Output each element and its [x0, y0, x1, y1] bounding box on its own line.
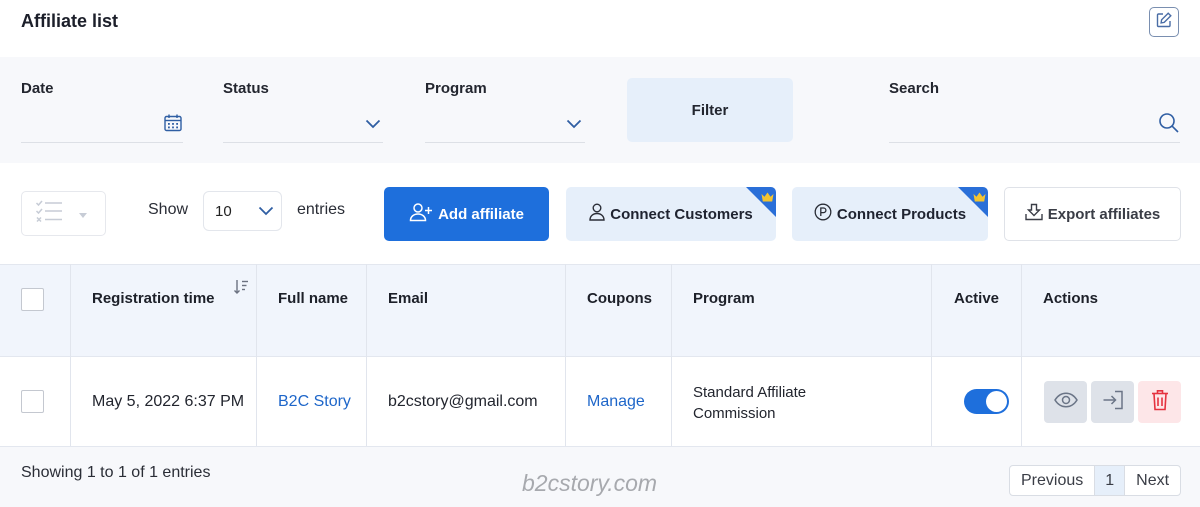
- next-page-button[interactable]: Next: [1124, 466, 1180, 495]
- toggle-knob: [986, 391, 1007, 412]
- select-all-checkbox[interactable]: [21, 288, 44, 311]
- column-header-full-name[interactable]: Full name: [278, 290, 348, 307]
- login-icon: [1102, 390, 1124, 415]
- connect-customers-label: Connect Customers: [610, 205, 753, 223]
- page-title: Affiliate list: [21, 11, 119, 31]
- connect-products-label: Connect Products: [836, 205, 967, 223]
- eye-icon: [1053, 391, 1078, 413]
- delete-button[interactable]: [1138, 381, 1181, 423]
- search-icon[interactable]: [1158, 112, 1180, 139]
- column-divider: [931, 264, 932, 447]
- program-cell: Standard Affiliate Commission: [693, 382, 806, 424]
- search-input[interactable]: [889, 110, 1180, 140]
- product-p-icon: [814, 203, 832, 225]
- column-header-email[interactable]: Email: [388, 290, 428, 307]
- column-header-coupons[interactable]: Coupons: [587, 290, 652, 307]
- sort-descending-icon[interactable]: [233, 279, 249, 300]
- show-label: Show: [148, 201, 189, 218]
- column-header-registration-time[interactable]: Registration time: [92, 290, 215, 307]
- search-label: Search: [889, 80, 940, 97]
- entries-per-page-select[interactable]: 10: [203, 191, 282, 231]
- date-label: Date: [21, 80, 54, 97]
- registration-time-cell: May 5, 2022 6:37 PM: [92, 393, 245, 410]
- bulk-actions-dropdown[interactable]: [21, 191, 106, 236]
- manage-coupons-link[interactable]: Manage: [587, 393, 645, 411]
- export-icon: [1025, 203, 1043, 225]
- trash-icon: [1151, 389, 1169, 416]
- full-name-link[interactable]: B2C Story: [278, 393, 351, 411]
- crown-icon: [761, 189, 774, 206]
- chevron-down-icon: [258, 203, 274, 220]
- entries-value: 10: [215, 202, 232, 220]
- date-field[interactable]: [21, 110, 183, 140]
- edit-button[interactable]: [1149, 7, 1179, 37]
- column-divider: [366, 264, 367, 447]
- program-line: Standard Affiliate: [693, 384, 807, 401]
- email-cell: b2cstory@gmail.com: [388, 393, 538, 410]
- table-header: [0, 264, 1200, 357]
- date-underline: [21, 142, 183, 143]
- add-user-icon: [409, 202, 433, 226]
- view-button[interactable]: [1044, 381, 1087, 423]
- program-line: Commission: [693, 405, 776, 422]
- column-divider: [671, 264, 672, 447]
- user-icon: [589, 203, 605, 225]
- search-underline: [889, 142, 1180, 143]
- program-underline: [425, 142, 585, 143]
- caret-down-icon: [79, 205, 87, 223]
- column-header-actions: Actions: [1043, 290, 1099, 307]
- chevron-down-icon: [566, 116, 582, 134]
- checklist-icon: [35, 199, 63, 228]
- chevron-down-icon: [365, 116, 381, 134]
- calendar-icon[interactable]: [163, 113, 183, 138]
- export-affiliates-label: Export affiliates: [1047, 205, 1161, 223]
- add-affiliate-button[interactable]: Add affiliate: [384, 187, 549, 241]
- status-label: Status: [223, 80, 269, 97]
- previous-page-button[interactable]: Previous: [1010, 466, 1094, 495]
- connect-customers-button[interactable]: Connect Customers: [566, 187, 776, 241]
- page-1-button[interactable]: 1: [1094, 466, 1125, 495]
- login-as-button[interactable]: [1091, 381, 1134, 423]
- connect-products-button[interactable]: Connect Products: [792, 187, 988, 241]
- export-affiliates-button[interactable]: Export affiliates: [1004, 187, 1181, 241]
- column-divider: [1021, 264, 1022, 447]
- add-affiliate-label: Add affiliate: [438, 205, 524, 223]
- showing-entries-text: Showing 1 to 1 of 1 entries: [21, 464, 211, 481]
- row-checkbox[interactable]: [21, 390, 44, 413]
- column-header-program[interactable]: Program: [693, 290, 755, 307]
- status-select[interactable]: [223, 110, 383, 140]
- program-select[interactable]: [425, 110, 585, 140]
- active-toggle[interactable]: [964, 389, 1009, 414]
- column-divider: [565, 264, 566, 447]
- program-label: Program: [425, 80, 487, 97]
- column-divider: [70, 264, 71, 447]
- watermark: b2cstory.com: [522, 470, 658, 496]
- status-underline: [223, 142, 383, 143]
- edit-icon: [1155, 11, 1173, 34]
- column-header-active[interactable]: Active: [954, 290, 999, 307]
- column-divider: [256, 264, 257, 447]
- entries-label: entries: [297, 201, 346, 218]
- crown-icon: [973, 189, 986, 206]
- filter-button[interactable]: Filter: [627, 78, 793, 142]
- pagination: Previous 1 Next: [1009, 465, 1182, 496]
